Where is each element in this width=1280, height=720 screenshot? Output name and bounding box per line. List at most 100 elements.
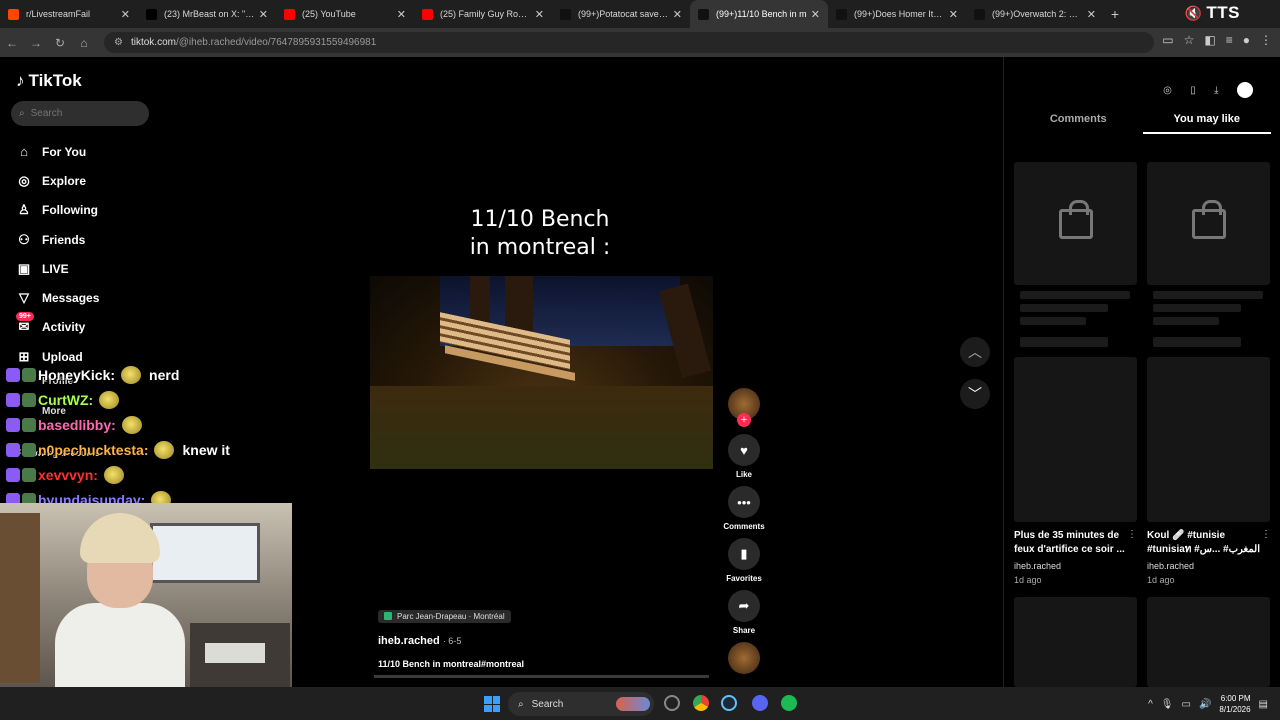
tiktok-icon	[560, 8, 571, 20]
sidebar-item-messages[interactable]: ▽ Messages	[16, 283, 99, 312]
chrome-icon[interactable]	[693, 695, 709, 711]
search-input[interactable]	[30, 108, 131, 119]
sidebar-item-live[interactable]: ▣ LIVE	[16, 254, 99, 283]
recommended-video-thumb[interactable]	[1014, 357, 1137, 522]
recommended-card-placeholder[interactable]	[1147, 162, 1270, 285]
browser-tab[interactable]: (99+)11/10 Bench in m ✕	[690, 0, 828, 28]
address-bar[interactable]: ⚙ tiktok.com/@iheb.rached/video/76478959…	[104, 32, 1154, 53]
favorites-button[interactable]: ▮ Favorites	[722, 538, 766, 583]
shopping-bag-icon	[1191, 199, 1226, 239]
location-tag[interactable]: Parc Jean-Drapeau · Montréal	[378, 609, 511, 623]
recommended-user[interactable]: iheb.rached	[1147, 561, 1194, 571]
volume-icon[interactable]: 🔊	[1199, 699, 1211, 710]
sidebar-item-following[interactable]: ♙ Following	[16, 196, 99, 225]
chat-username: xevvvyn:	[38, 466, 98, 483]
forward-icon[interactable]: →	[24, 36, 48, 50]
windows-start-icon[interactable]	[484, 696, 500, 712]
tiktok-logo[interactable]: ♪ TikTok	[16, 71, 82, 91]
bookmark-star-icon[interactable]: ☆	[1184, 33, 1195, 47]
sidebar-item-activity[interactable]: ✉ 99+ Activity	[16, 312, 99, 342]
browser-tab[interactable]: (25) Family Guy Roasting ✕	[414, 0, 552, 28]
close-icon[interactable]: ✕	[673, 8, 682, 21]
follow-plus-icon[interactable]: +	[737, 413, 751, 427]
close-icon[interactable]: ✕	[1087, 8, 1096, 21]
recommended-title-line2[interactable]: #tunisiaท #المغرب# ...س	[1147, 543, 1265, 557]
close-icon[interactable]: ✕	[397, 8, 406, 21]
author-avatar[interactable]: +	[728, 388, 760, 427]
recommended-title[interactable]: Koul 🩹 #tunisie	[1147, 529, 1265, 543]
browser-tab[interactable]: r/LivestreamFail ✕	[0, 0, 138, 28]
sidebar-item-friends[interactable]: ⚇ Friends	[16, 225, 99, 254]
browser-tab[interactable]: (23) MrBeast on X: "Team ✕	[138, 0, 276, 28]
chevron-up-icon[interactable]: ^	[1148, 699, 1153, 710]
taskbar-search[interactable]: ⌕ Search	[508, 692, 654, 716]
compass-icon[interactable]: ◎	[1163, 85, 1172, 96]
close-icon[interactable]: ✕	[259, 8, 268, 21]
more-options-icon[interactable]: ⋮	[1261, 529, 1271, 540]
comments-button[interactable]: ••• Comments	[722, 486, 766, 531]
browser-tab[interactable]: (99+)Does Homer Itachi ✕	[828, 0, 966, 28]
browser-tab[interactable]: (99+)Potatocat saves Bro ✕	[552, 0, 690, 28]
tab-you-may-like[interactable]: You may like	[1142, 113, 1271, 134]
more-options-icon[interactable]: ⋮	[1127, 529, 1137, 540]
url-host: tiktok.com	[130, 37, 176, 48]
close-icon[interactable]: ✕	[949, 8, 958, 21]
cast-icon[interactable]: ▭	[1162, 33, 1173, 47]
friends-icon: ⚇	[18, 231, 30, 247]
reload-icon[interactable]: ↻	[48, 36, 72, 50]
sub-badge-icon	[6, 442, 20, 457]
search-box[interactable]: ⌕	[11, 101, 149, 126]
chat-message: xevvvyn:	[6, 462, 296, 487]
youtube-icon	[422, 8, 433, 20]
extensions-icon[interactable]: ◧	[1204, 33, 1215, 47]
video-player[interactable]	[370, 276, 713, 469]
network-icon[interactable]: ▭	[1182, 699, 1191, 710]
discord-icon[interactable]	[752, 695, 768, 711]
download-icon[interactable]: ⤓	[1214, 85, 1218, 96]
music-disc-icon[interactable]	[728, 642, 760, 674]
previous-video-button[interactable]: ︿	[960, 337, 990, 367]
author-name[interactable]: iheb.rached	[378, 635, 440, 647]
video-progress-bar[interactable]	[374, 675, 709, 678]
browser-toolbar: ← → ↻ ⌂ ⚙ tiktok.com/@iheb.rached/video/…	[0, 28, 1280, 57]
x-icon	[146, 8, 157, 20]
recommended-video-thumb[interactable]	[1147, 357, 1270, 522]
tiktok-note-icon: ♪	[16, 71, 25, 90]
share-button[interactable]: ➦ Share	[722, 590, 766, 635]
video-description: 11/10 Bench in montreal#montreal	[378, 659, 525, 669]
theme-toggle[interactable]	[1236, 82, 1253, 98]
spotify-icon[interactable]	[781, 695, 797, 711]
new-tab-icon[interactable]: +	[1104, 6, 1126, 22]
next-video-button[interactable]: ﹀	[960, 379, 990, 409]
close-icon[interactable]: ✕	[121, 8, 130, 21]
back-icon[interactable]: ←	[0, 36, 24, 50]
close-icon[interactable]: ✕	[811, 8, 820, 21]
tab-title: (99+)Overwatch 2: Mercy	[992, 9, 1083, 19]
menu-kebab-icon[interactable]: ⋮	[1260, 33, 1272, 47]
recommended-title[interactable]: Plus de 35 minutes de	[1014, 529, 1132, 543]
browser-tab[interactable]: (99+)Overwatch 2: Mercy ✕	[966, 0, 1104, 28]
site-info-icon[interactable]: ⚙	[114, 37, 123, 48]
close-icon[interactable]: ✕	[535, 8, 544, 21]
windows-taskbar: ⌕ Search ^ 🎙 ▭ 🔊 6:00 PM 8/1/2026 ▤	[0, 687, 1280, 720]
sidebar-item-explore[interactable]: ◎ Explore	[16, 166, 99, 195]
notification-icon[interactable]: ▤	[1259, 699, 1268, 710]
search-icon: ⌕	[518, 698, 524, 710]
task-view-icon[interactable]	[664, 695, 680, 711]
recommended-video-thumb[interactable]	[1014, 597, 1137, 687]
recommended-user[interactable]: iheb.rached	[1014, 561, 1061, 571]
clock[interactable]: 6:00 PM 8/1/2026	[1219, 693, 1250, 715]
recommended-card-placeholder[interactable]	[1014, 162, 1137, 285]
home-icon[interactable]: ⌂	[72, 36, 96, 50]
recommended-video-thumb[interactable]	[1147, 597, 1270, 687]
sidebar-item-for-you[interactable]: ⌂ For You	[16, 137, 99, 166]
tab-comments[interactable]: Comments	[1014, 113, 1143, 134]
microphone-icon[interactable]: 🎙	[1161, 699, 1174, 710]
profile-avatar-icon[interactable]: ●	[1243, 33, 1250, 47]
phone-icon[interactable]: ▯	[1190, 85, 1196, 96]
reading-list-icon[interactable]: ≡	[1226, 33, 1233, 47]
like-button[interactable]: ♥ Like	[722, 434, 766, 479]
recommended-title-line2[interactable]: feux d'artifice ce soir ...	[1014, 543, 1132, 557]
browser-tab[interactable]: (25) YouTube ✕	[276, 0, 414, 28]
steam-icon[interactable]	[721, 695, 737, 711]
